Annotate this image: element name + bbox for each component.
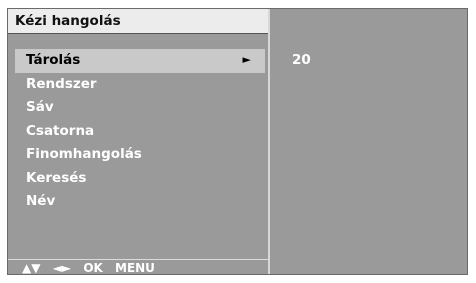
manual-tuning-osd: Kézi hangolás Tárolás ► Rendszer Sáv Csa… bbox=[7, 8, 468, 275]
menu-item-label: Csatorna bbox=[26, 122, 95, 139]
up-down-arrows-icon: ▲▼ bbox=[22, 261, 41, 275]
menu-item-band[interactable]: Sáv bbox=[8, 96, 268, 120]
menu-hint: MENU bbox=[115, 261, 155, 275]
title-bar: Kézi hangolás bbox=[8, 9, 268, 34]
menu-item-search[interactable]: Keresés bbox=[8, 167, 268, 191]
value-panel: 20 bbox=[270, 9, 467, 274]
menu-item-channel[interactable]: Csatorna bbox=[8, 120, 268, 144]
navigation-hint-bar: ▲▼ ◄► OK MENU bbox=[8, 259, 268, 276]
menu-item-label: Tárolás bbox=[26, 52, 81, 68]
ok-hint: OK bbox=[83, 261, 103, 275]
storage-value: 20 bbox=[292, 52, 311, 68]
menu-list: Tárolás ► Rendszer Sáv Csatorna Finomhan… bbox=[8, 49, 268, 214]
menu-item-label: Keresés bbox=[26, 169, 87, 186]
left-right-arrows-icon: ◄► bbox=[52, 261, 72, 275]
menu-item-fine-tuning[interactable]: Finomhangolás bbox=[8, 143, 268, 167]
menu-item-system[interactable]: Rendszer bbox=[8, 73, 268, 97]
arrow-right-icon: ► bbox=[242, 53, 251, 66]
menu-item-name[interactable]: Név bbox=[8, 190, 268, 214]
menu-item-label: Név bbox=[26, 193, 56, 209]
menu-item-storage[interactable]: Tárolás ► bbox=[15, 49, 265, 73]
menu-panel: Kézi hangolás Tárolás ► Rendszer Sáv Csa… bbox=[8, 9, 268, 276]
menu-item-label: Sáv bbox=[26, 99, 54, 115]
menu-item-label: Rendszer bbox=[26, 75, 97, 92]
menu-title: Kézi hangolás bbox=[15, 13, 121, 29]
menu-item-label: Finomhangolás bbox=[26, 146, 142, 162]
